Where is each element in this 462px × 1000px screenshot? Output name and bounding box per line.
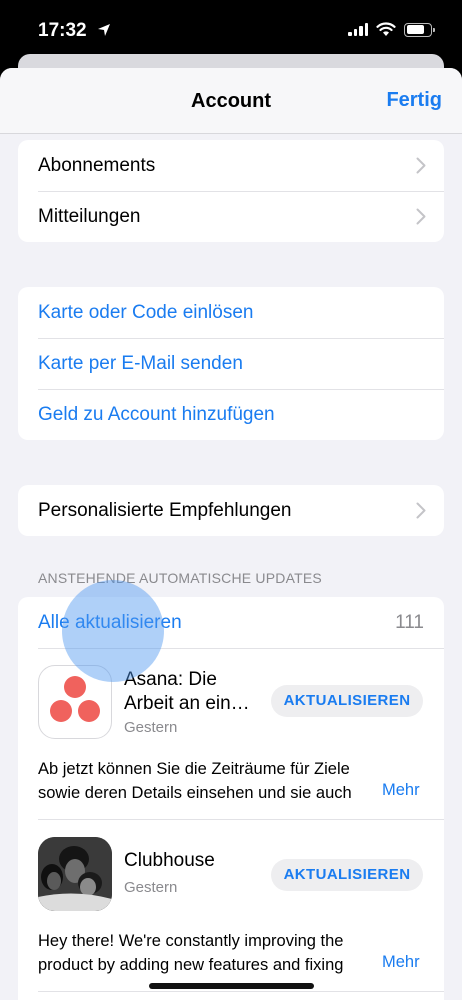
add-funds-link[interactable]: Geld zu Account hinzufügen [18,389,444,440]
more-link[interactable]: Mehr [376,781,420,800]
update-count: 111 [395,612,424,633]
more-link[interactable]: Mehr [376,953,420,972]
release-notes-line: Hey there! We're constantly improving th… [38,932,344,950]
divider [38,819,444,820]
release-notes: Ab jetzt können Sie die Zeiträume für Zi… [38,757,424,805]
update-button[interactable]: AKTUALISIEREN [271,859,423,891]
status-time: 17:32 [38,20,87,41]
subscriptions-label: Abonnements [38,154,156,176]
notifications-label: Mitteilungen [38,205,141,227]
app-update-date: Gestern [124,719,178,736]
chevron-right-icon [416,157,426,174]
pending-updates-header: ANSTEHENDE AUTOMATISCHE UPDATES [38,570,322,586]
clubhouse-photo-icon [38,837,112,911]
location-arrow-icon [96,22,112,43]
account-sheet: Account Fertig Abonnements Mitteilungen … [0,68,462,1000]
done-button[interactable]: Fertig [386,89,442,112]
chevron-right-icon [416,502,426,519]
touch-indicator [62,580,164,682]
home-indicator [149,983,314,989]
release-notes: Hey there! We're constantly improving th… [38,929,424,977]
app-update-date: Gestern [124,879,178,896]
payment-group: Karte oder Code einlösen Karte per E-Mai… [18,287,444,440]
nav-bar: Account Fertig [0,68,462,134]
cellular-signal-icon [348,23,368,36]
app-name[interactable]: Asana: Die Arbeit an ein… [124,668,250,716]
notifications-row[interactable]: Mitteilungen [18,191,444,242]
send-gift-card-link[interactable]: Karte per E-Mail senden [18,338,444,389]
wifi-icon [376,22,396,36]
personalized-recommendations-label: Personalisierte Empfehlungen [38,499,292,521]
status-indicators [348,22,435,37]
release-notes-line: sowie deren Details einsehen und sie auc… [38,784,352,802]
redeem-code-link[interactable]: Karte oder Code einlösen [18,287,444,338]
update-button[interactable]: AKTUALISIEREN [271,685,423,717]
personalized-recommendations-row[interactable]: Personalisierte Empfehlungen [18,485,444,536]
chevron-right-icon [416,208,426,225]
app-name[interactable]: Clubhouse [124,849,215,873]
release-notes-line: product by adding new features and fixin… [38,956,344,974]
app-name-line: Arbeit an ein… [124,693,250,714]
subscriptions-group: Abonnements Mitteilungen [18,140,444,242]
clubhouse-app-icon[interactable] [38,837,112,911]
battery-icon [404,22,435,37]
release-notes-line: Ab jetzt können Sie die Zeiträume für Zi… [38,760,350,778]
divider [38,991,444,992]
status-bar: 17:32 [0,0,462,62]
subscriptions-row[interactable]: Abonnements [18,140,444,191]
recommendations-group: Personalisierte Empfehlungen [18,485,444,536]
